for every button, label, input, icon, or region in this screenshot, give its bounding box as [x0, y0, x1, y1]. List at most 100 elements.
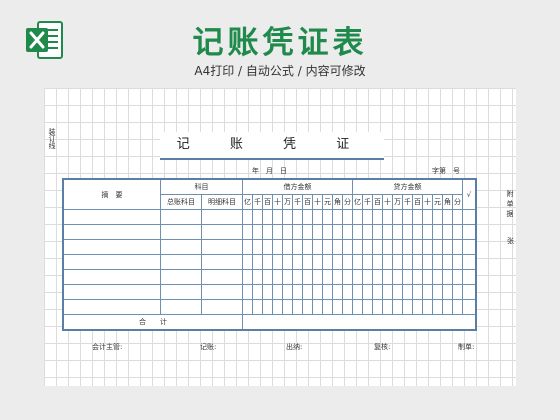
entry-cell[interactable] — [382, 224, 393, 240]
entry-cell[interactable] — [62, 209, 161, 225]
entry-cell[interactable] — [272, 269, 283, 285]
entry-cell[interactable] — [362, 284, 373, 300]
entry-cell[interactable] — [160, 239, 202, 255]
entry-cell[interactable] — [342, 284, 353, 300]
entry-cell[interactable] — [362, 254, 373, 270]
entry-cell[interactable] — [452, 299, 463, 315]
entry-cell[interactable] — [372, 224, 383, 240]
entry-cell[interactable] — [402, 209, 413, 225]
entry-cell[interactable] — [62, 299, 161, 315]
entry-cell[interactable] — [312, 239, 323, 255]
entry-cell[interactable] — [452, 254, 463, 270]
entry-cell[interactable] — [352, 269, 363, 285]
entry-cell[interactable] — [392, 224, 403, 240]
entry-cell[interactable] — [160, 224, 202, 240]
entry-cell[interactable] — [282, 269, 293, 285]
entry-cell[interactable] — [282, 224, 293, 240]
entry-cell[interactable] — [462, 299, 477, 315]
entry-cell[interactable] — [201, 209, 243, 225]
entry-cell[interactable] — [352, 284, 363, 300]
entry-cell[interactable] — [442, 254, 453, 270]
entry-cell[interactable] — [462, 239, 477, 255]
entry-cell[interactable] — [332, 269, 343, 285]
entry-cell[interactable] — [302, 299, 313, 315]
entry-cell[interactable] — [242, 209, 253, 225]
entry-cell[interactable] — [392, 269, 403, 285]
entry-cell[interactable] — [302, 269, 313, 285]
entry-cell[interactable] — [292, 239, 303, 255]
entry-cell[interactable] — [342, 254, 353, 270]
entry-cell[interactable] — [422, 299, 433, 315]
entry-cell[interactable] — [322, 254, 333, 270]
entry-cell[interactable] — [442, 299, 453, 315]
entry-cell[interactable] — [342, 209, 353, 225]
entry-cell[interactable] — [412, 224, 423, 240]
entry-cell[interactable] — [342, 239, 353, 255]
entry-cell[interactable] — [402, 254, 413, 270]
entry-cell[interactable] — [312, 254, 323, 270]
entry-cell[interactable] — [252, 269, 263, 285]
entry-cell[interactable] — [292, 224, 303, 240]
entry-cell[interactable] — [282, 254, 293, 270]
entry-cell[interactable] — [412, 299, 423, 315]
entry-cell[interactable] — [242, 224, 253, 240]
entry-cell[interactable] — [312, 224, 323, 240]
entry-cell[interactable] — [262, 299, 273, 315]
entry-cell[interactable] — [432, 254, 443, 270]
entry-cell[interactable] — [322, 209, 333, 225]
entry-cell[interactable] — [382, 284, 393, 300]
entry-cell[interactable] — [292, 254, 303, 270]
entry-cell[interactable] — [262, 284, 273, 300]
entry-cell[interactable] — [282, 239, 293, 255]
entry-cell[interactable] — [352, 299, 363, 315]
entry-cell[interactable] — [252, 284, 263, 300]
entry-cell[interactable] — [282, 299, 293, 315]
entry-cell[interactable] — [422, 254, 433, 270]
entry-cell[interactable] — [412, 239, 423, 255]
entry-cell[interactable] — [252, 224, 263, 240]
entry-cell[interactable] — [442, 284, 453, 300]
entry-cell[interactable] — [412, 209, 423, 225]
entry-cell[interactable] — [62, 224, 161, 240]
entry-cell[interactable] — [292, 284, 303, 300]
entry-cell[interactable] — [372, 299, 383, 315]
entry-cell[interactable] — [322, 224, 333, 240]
entry-cell[interactable] — [312, 284, 323, 300]
entry-cell[interactable] — [392, 284, 403, 300]
entry-cell[interactable] — [272, 239, 283, 255]
entry-cell[interactable] — [392, 254, 403, 270]
entry-cell[interactable] — [262, 269, 273, 285]
entry-cell[interactable] — [412, 284, 423, 300]
entry-cell[interactable] — [242, 254, 253, 270]
entry-cell[interactable] — [452, 224, 463, 240]
entry-cell[interactable] — [292, 269, 303, 285]
entry-cell[interactable] — [272, 209, 283, 225]
entry-cell[interactable] — [402, 239, 413, 255]
entry-cell[interactable] — [201, 239, 243, 255]
entry-cell[interactable] — [382, 254, 393, 270]
entry-cell[interactable] — [292, 299, 303, 315]
entry-cell[interactable] — [262, 224, 273, 240]
entry-cell[interactable] — [62, 254, 161, 270]
entry-cell[interactable] — [412, 254, 423, 270]
entry-cell[interactable] — [342, 269, 353, 285]
entry-cell[interactable] — [242, 284, 253, 300]
entry-cell[interactable] — [62, 239, 161, 255]
entry-cell[interactable] — [392, 239, 403, 255]
entry-cell[interactable] — [272, 284, 283, 300]
entry-cell[interactable] — [432, 209, 443, 225]
entry-cell[interactable] — [62, 284, 161, 300]
entry-cell[interactable] — [302, 284, 313, 300]
entry-cell[interactable] — [252, 239, 263, 255]
entry-cell[interactable] — [382, 299, 393, 315]
entry-cell[interactable] — [452, 284, 463, 300]
entry-cell[interactable] — [302, 224, 313, 240]
entry-cell[interactable] — [262, 209, 273, 225]
entry-cell[interactable] — [252, 299, 263, 315]
entry-cell[interactable] — [462, 254, 477, 270]
entry-cell[interactable] — [422, 269, 433, 285]
entry-cell[interactable] — [282, 284, 293, 300]
entry-cell[interactable] — [362, 269, 373, 285]
entry-cell[interactable] — [272, 224, 283, 240]
entry-cell[interactable] — [262, 239, 273, 255]
